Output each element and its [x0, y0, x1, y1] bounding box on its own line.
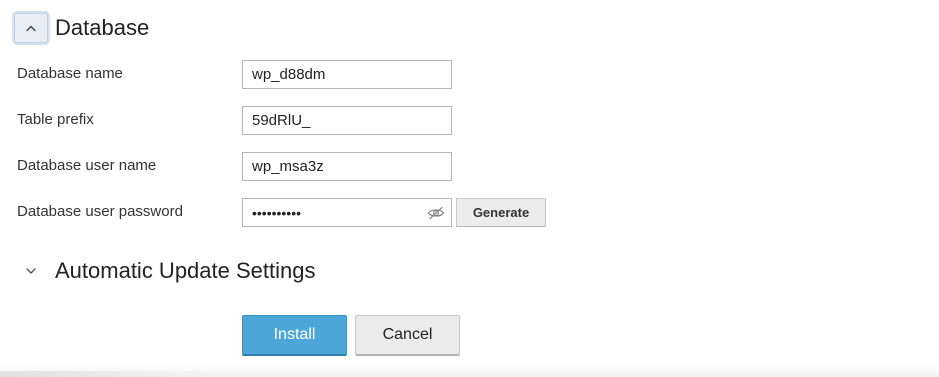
database-section-title: Database [55, 15, 150, 40]
database-name-input[interactable] [242, 60, 452, 89]
dialog-bottom-shadow [0, 363, 939, 377]
cancel-button[interactable]: Cancel [355, 315, 460, 356]
install-settings-panel: Database Database name Table prefix Data… [0, 0, 939, 377]
show-password-toggle[interactable] [426, 204, 446, 221]
database-user-name-label: Database user name [17, 157, 157, 174]
database-user-password-input[interactable] [243, 199, 421, 226]
chevron-down-icon [26, 268, 36, 274]
dialog-corner-shadow [0, 371, 230, 377]
install-button[interactable]: Install [242, 315, 347, 356]
table-prefix-label: Table prefix [17, 111, 94, 128]
database-name-label: Database name [17, 65, 123, 82]
automatic-update-section-title: Automatic Update Settings [55, 258, 316, 283]
database-section-toggle[interactable] [14, 13, 48, 43]
table-prefix-input[interactable] [242, 106, 452, 135]
eye-slash-icon [427, 206, 445, 219]
generate-password-button[interactable]: Generate [456, 198, 546, 227]
database-user-name-input[interactable] [242, 152, 452, 181]
database-user-password-field [242, 198, 452, 227]
automatic-update-section-toggle[interactable] [14, 256, 48, 286]
database-user-password-label: Database user password [17, 203, 183, 220]
chevron-up-icon [26, 25, 36, 32]
